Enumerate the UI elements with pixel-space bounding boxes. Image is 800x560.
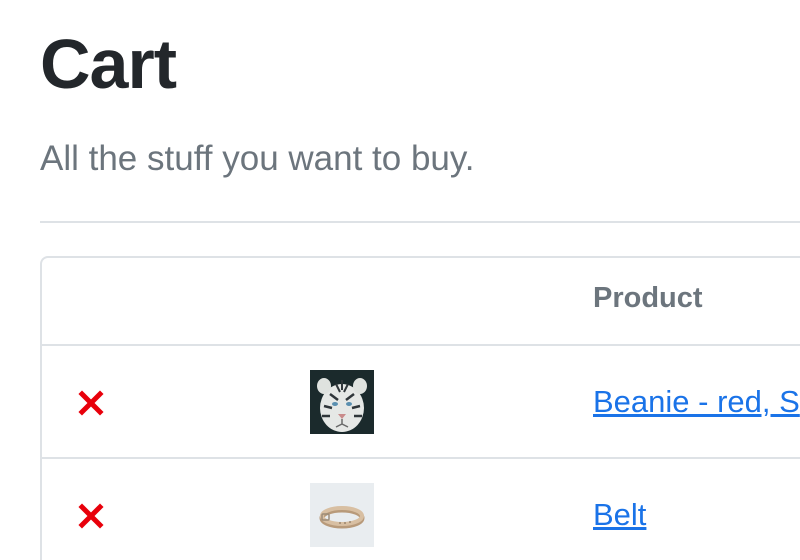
divider xyxy=(40,221,800,223)
belt-image xyxy=(310,483,374,547)
cart-table: Product Beanie - red, S Belt xyxy=(40,256,800,560)
product-link[interactable]: Beanie - red, S xyxy=(593,384,800,420)
close-icon xyxy=(78,503,104,529)
remove-item-button[interactable] xyxy=(78,390,104,416)
table-row: Beanie - red, S xyxy=(42,346,800,459)
remove-item-button[interactable] xyxy=(78,503,104,529)
close-icon xyxy=(78,390,104,416)
column-header-product: Product xyxy=(593,282,703,314)
table-header: Product xyxy=(42,258,800,346)
cart-page: Cart All the stuff you want to buy. Prod… xyxy=(0,0,800,560)
table-row: Belt xyxy=(42,459,800,560)
product-thumbnail[interactable] xyxy=(310,370,374,434)
product-link[interactable]: Belt xyxy=(593,497,646,533)
white-tiger-image xyxy=(310,370,374,434)
page-title: Cart xyxy=(40,25,177,103)
product-thumbnail[interactable] xyxy=(310,483,374,547)
page-subtitle: All the stuff you want to buy. xyxy=(40,139,475,178)
